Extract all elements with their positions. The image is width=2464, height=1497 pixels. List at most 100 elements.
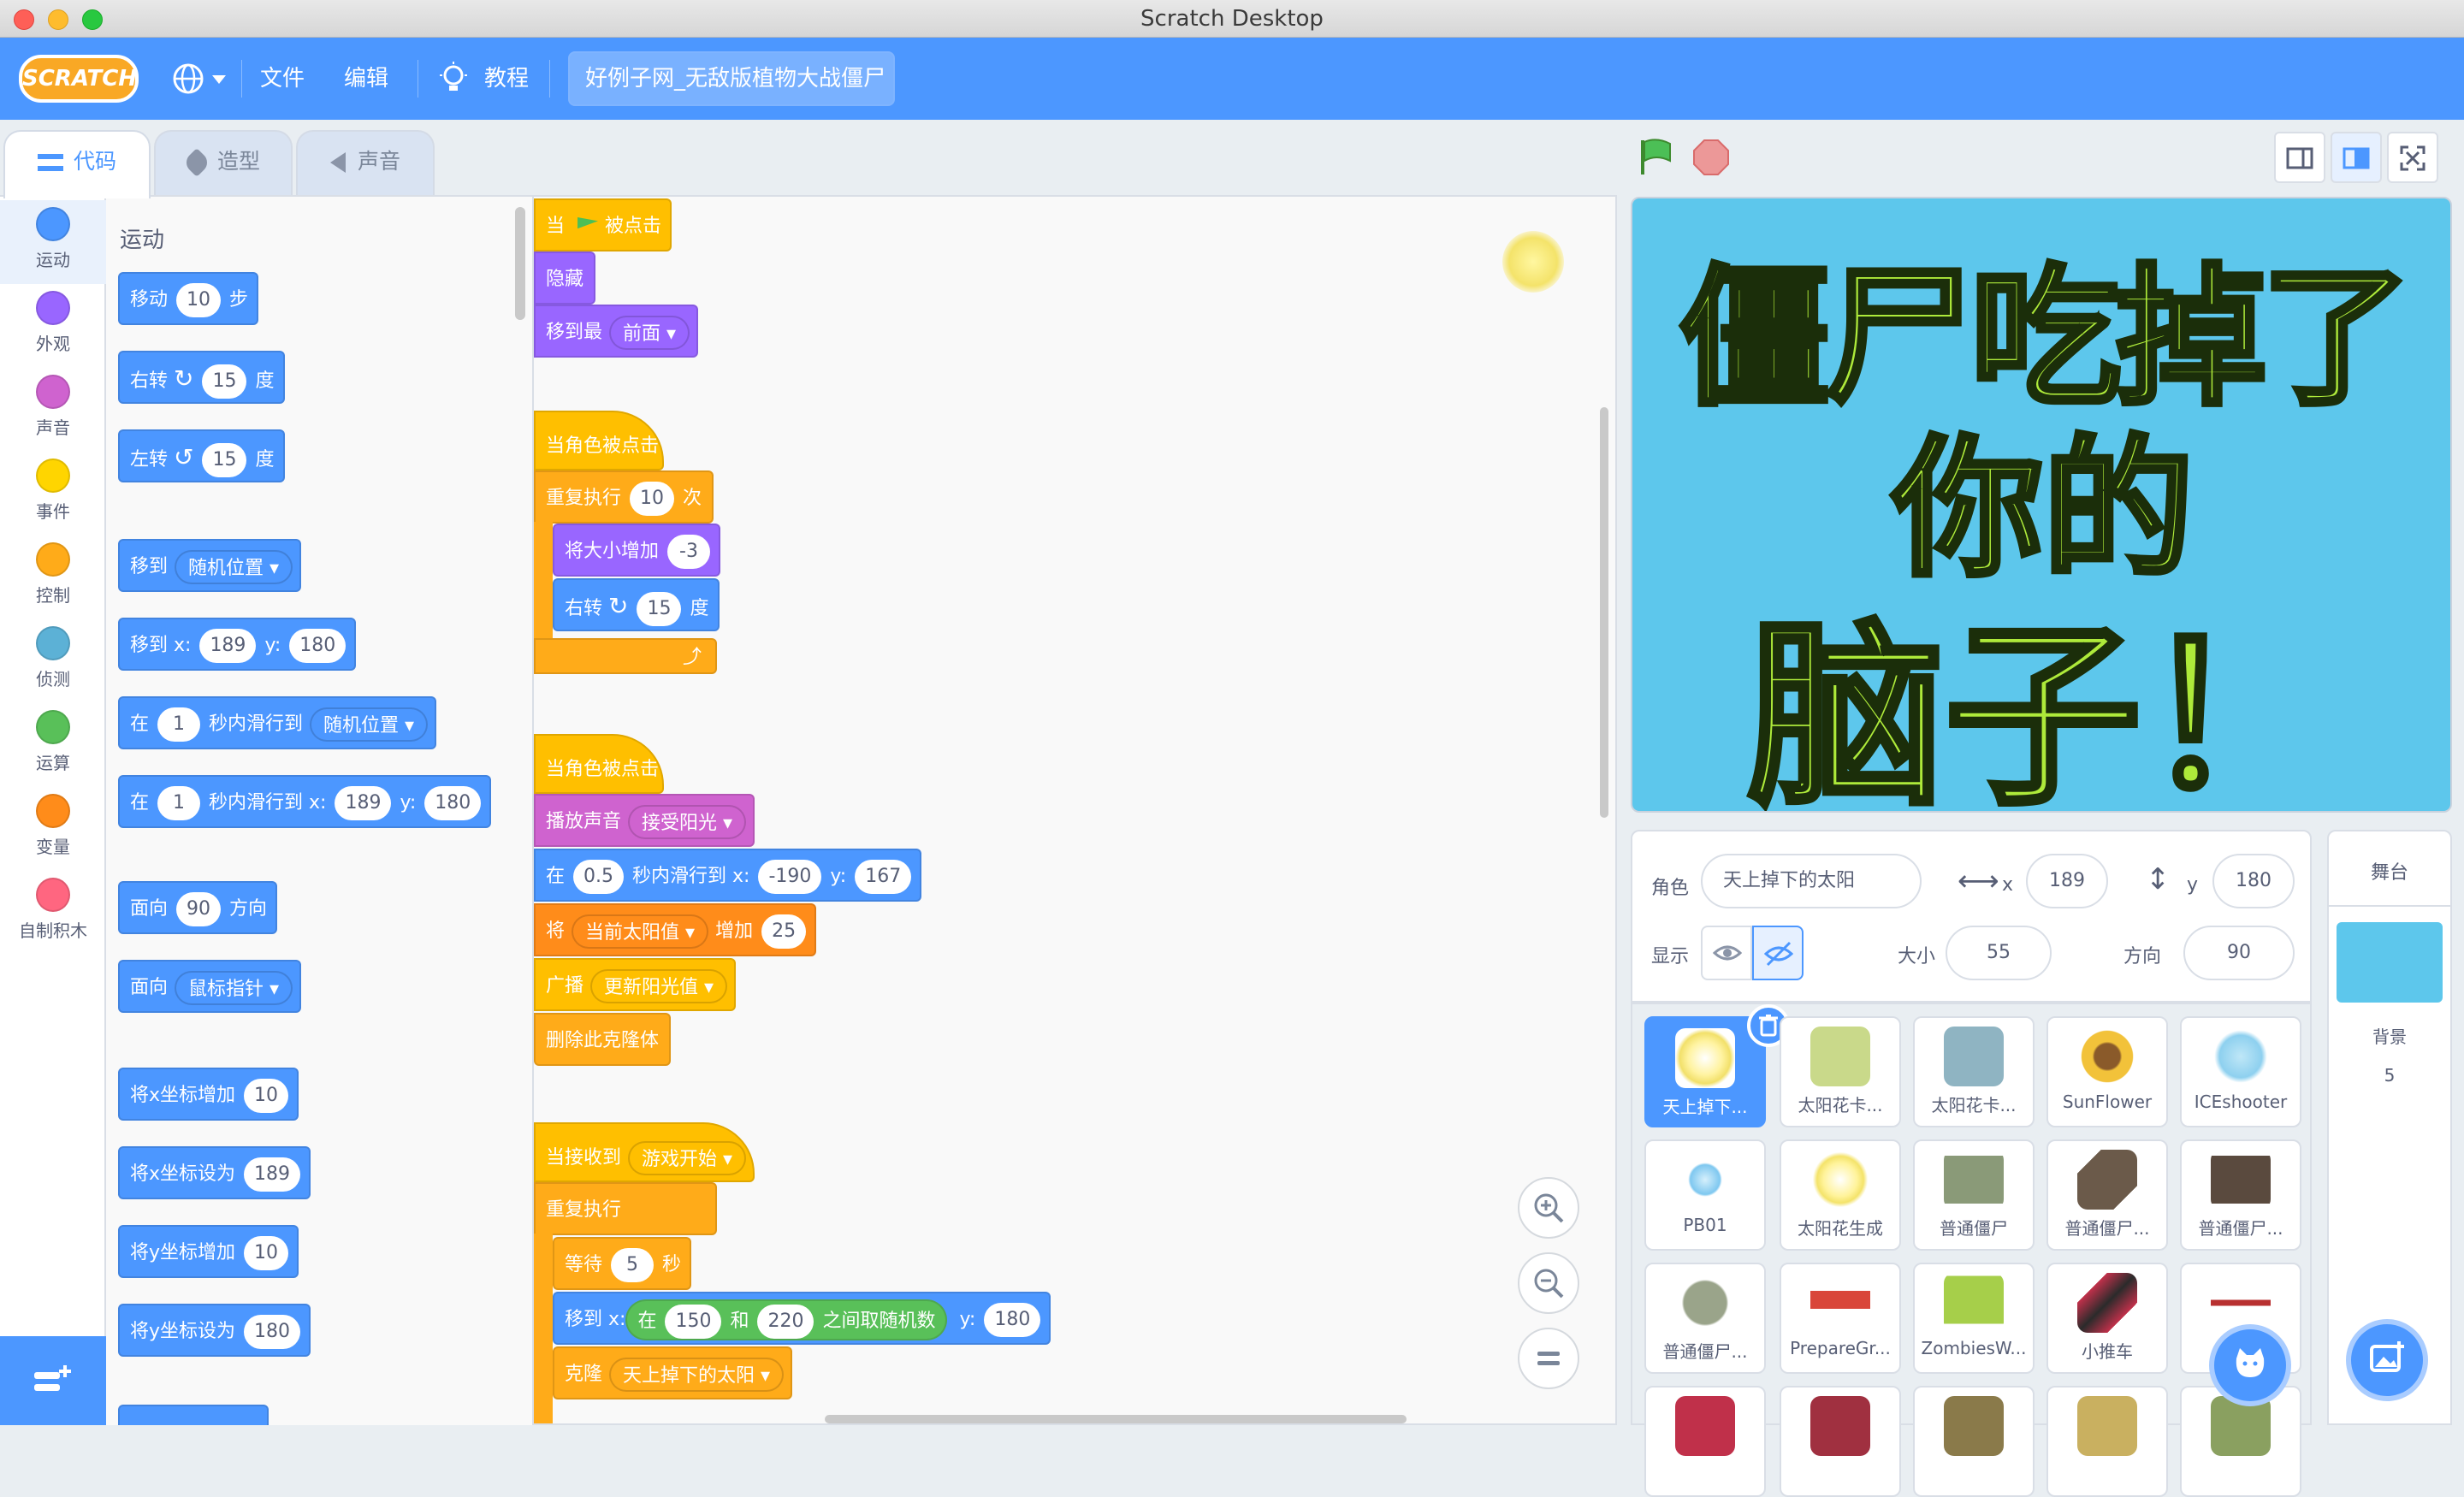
broadcast-block[interactable]: 广播 更新阳光值 ▾: [534, 958, 737, 1011]
sprite-tile[interactable]: [2046, 1386, 2168, 1497]
category-sensing[interactable]: 侦测: [0, 619, 106, 703]
category-operators[interactable]: 运算: [0, 703, 106, 787]
block-glide-to[interactable]: 在 1 秒内滑行到 随机位置 ▾: [118, 696, 437, 749]
play-sound-block[interactable]: 播放声音 接受阳光 ▾: [534, 794, 755, 847]
glide-xy-block[interactable]: 在 0.5 秒内滑行到 x: -190 y: 167: [534, 849, 922, 902]
sprite-tile[interactable]: PB01: [1644, 1139, 1766, 1251]
random-operator-block[interactable]: 在 150 和 220 之间取随机数: [625, 1299, 948, 1340]
sprite-tile[interactable]: ICEshooter: [2180, 1016, 2301, 1127]
block-point-direction[interactable]: 面向 90 方向: [118, 881, 278, 934]
repeat-count-input[interactable]: 10: [630, 482, 675, 516]
block-turn-right[interactable]: 右转 ↻ 15 度: [118, 351, 285, 404]
minimize-window-button[interactable]: [48, 9, 68, 30]
hide-block[interactable]: 隐藏: [534, 251, 596, 305]
forever-block[interactable]: 重复执行: [534, 1182, 717, 1235]
glide-target-dropdown[interactable]: 随机位置 ▾: [310, 707, 429, 742]
goto-target-dropdown[interactable]: 随机位置 ▾: [175, 550, 293, 584]
tab-sounds[interactable]: 声音: [296, 130, 435, 198]
tab-code[interactable]: 代码: [3, 130, 151, 198]
category-control[interactable]: 控制: [0, 535, 106, 619]
message-dropdown[interactable]: 游戏开始 ▾: [628, 1141, 747, 1175]
random-from-input[interactable]: 150: [665, 1305, 722, 1339]
workspace-horizontal-scrollbar[interactable]: [825, 1415, 1407, 1423]
show-sprite-button[interactable]: [1701, 926, 1752, 980]
steps-input[interactable]: 10: [176, 283, 222, 317]
secs-input[interactable]: 0.5: [573, 860, 625, 894]
sprite-tile[interactable]: [1913, 1386, 2035, 1497]
sprite-tile[interactable]: [1780, 1386, 1901, 1497]
size-change-input[interactable]: -3: [667, 535, 711, 569]
scratch-logo[interactable]: SCRATCH: [19, 55, 139, 103]
tutorials-menu[interactable]: 教程: [438, 38, 532, 120]
when-sprite-clicked-block[interactable]: 当角色被点击: [534, 411, 664, 470]
choose-backdrop-button[interactable]: [2346, 1319, 2428, 1401]
sprite-tile[interactable]: [1644, 1386, 1766, 1497]
normal-stage-button[interactable]: [2331, 132, 2382, 183]
degrees-input[interactable]: 15: [202, 364, 247, 399]
secs-input[interactable]: 1: [157, 707, 201, 742]
message-dropdown[interactable]: 更新阳光值 ▾: [590, 969, 728, 1003]
goto-xy-block[interactable]: 移到 x: 在 150 和 220 之间取随机数 y: 180: [553, 1292, 1051, 1345]
zoom-reset-button[interactable]: [1518, 1328, 1579, 1389]
sprite-tile[interactable]: ZombiesW...: [1913, 1263, 2035, 1374]
y-input[interactable]: 180: [424, 786, 482, 820]
category-my-blocks[interactable]: 自制积木: [0, 871, 106, 955]
change-size-block[interactable]: 将大小增加 -3: [553, 524, 721, 577]
close-window-button[interactable]: [14, 9, 34, 30]
file-menu[interactable]: 文件: [260, 38, 305, 120]
maximize-window-button[interactable]: [82, 9, 103, 30]
degrees-input[interactable]: 15: [202, 443, 247, 477]
tab-costumes[interactable]: 造型: [154, 130, 293, 198]
size-input[interactable]: 55: [1946, 926, 2052, 980]
sprite-tile[interactable]: PrepareGr...: [1780, 1263, 1901, 1374]
zoom-in-button[interactable]: [1518, 1177, 1579, 1239]
stop-button[interactable]: [1691, 137, 1732, 178]
palette-scrollbar[interactable]: [515, 207, 525, 320]
x-input[interactable]: 189: [244, 1157, 301, 1192]
add-extension-button[interactable]: [0, 1336, 106, 1425]
sprite-tile[interactable]: 普通僵尸: [1913, 1139, 2035, 1251]
sprite-name-input[interactable]: 天上掉下的太阳: [1701, 854, 1922, 908]
block-change-y[interactable]: 将y坐标增加 10: [118, 1225, 299, 1278]
block-set-x[interactable]: 将x坐标设为 189: [118, 1146, 311, 1199]
turn-right-block[interactable]: 右转 ↻ 15 度: [553, 578, 720, 631]
sprite-tile[interactable]: 太阳花生成: [1780, 1139, 1901, 1251]
y-input[interactable]: 180: [289, 629, 346, 663]
sound-dropdown[interactable]: 接受阳光 ▾: [628, 805, 747, 839]
sprite-tile[interactable]: 太阳花卡...: [1913, 1016, 2035, 1127]
sprite-tile[interactable]: 普通僵尸...: [2046, 1139, 2168, 1251]
hide-sprite-button[interactable]: [1752, 926, 1804, 980]
layer-dropdown[interactable]: 前面 ▾: [609, 316, 690, 350]
block-point-towards[interactable]: 面向 鼠标指针 ▾: [118, 960, 302, 1013]
secs-input[interactable]: 1: [157, 786, 201, 820]
block-glide-xy[interactable]: 在 1 秒内滑行到 x: 189 y: 180: [118, 775, 492, 828]
block-goto-xy[interactable]: 移到 x: 189 y: 180: [118, 618, 357, 671]
variable-dropdown[interactable]: 当前太阳值 ▾: [572, 914, 709, 949]
dx-input[interactable]: 10: [244, 1079, 289, 1113]
direction-input[interactable]: 90: [2183, 926, 2295, 980]
workspace-vertical-scrollbar[interactable]: [1600, 407, 1608, 818]
category-sound[interactable]: 声音: [0, 368, 106, 452]
edit-menu[interactable]: 编辑: [344, 38, 388, 120]
category-motion[interactable]: 运动: [0, 200, 106, 284]
sprite-tile[interactable]: 小推车: [2046, 1263, 2168, 1374]
y-input[interactable]: 167: [855, 860, 912, 894]
green-flag-button[interactable]: [1636, 137, 1677, 178]
clone-target-dropdown[interactable]: 天上掉下的太阳 ▾: [609, 1358, 785, 1392]
delete-clone-block[interactable]: 删除此克隆体: [534, 1013, 672, 1066]
point-target-dropdown[interactable]: 鼠标指针 ▾: [175, 971, 293, 1005]
change-value-input[interactable]: 25: [761, 914, 807, 949]
when-flag-clicked-block[interactable]: 当 被点击: [534, 198, 672, 251]
block-set-y[interactable]: 将y坐标设为 180: [118, 1304, 311, 1357]
x-input[interactable]: 189: [2026, 854, 2108, 908]
when-sprite-clicked-block[interactable]: 当角色被点击: [534, 734, 664, 794]
x-input[interactable]: -190: [758, 860, 822, 894]
choose-sprite-button[interactable]: [2209, 1324, 2291, 1406]
dy-input[interactable]: 10: [244, 1236, 289, 1270]
block-turn-left[interactable]: 左转 ↺ 15 度: [118, 429, 285, 482]
block-move-steps[interactable]: 移动 10 步: [118, 272, 259, 325]
fullscreen-button[interactable]: [2387, 132, 2438, 183]
stage-canvas[interactable]: 僵尸吃掉了 你的 脑子！: [1631, 197, 2452, 813]
sprite-tile[interactable]: 太阳花卡...: [1780, 1016, 1901, 1127]
sprite-tile[interactable]: SunFlower: [2046, 1016, 2168, 1127]
